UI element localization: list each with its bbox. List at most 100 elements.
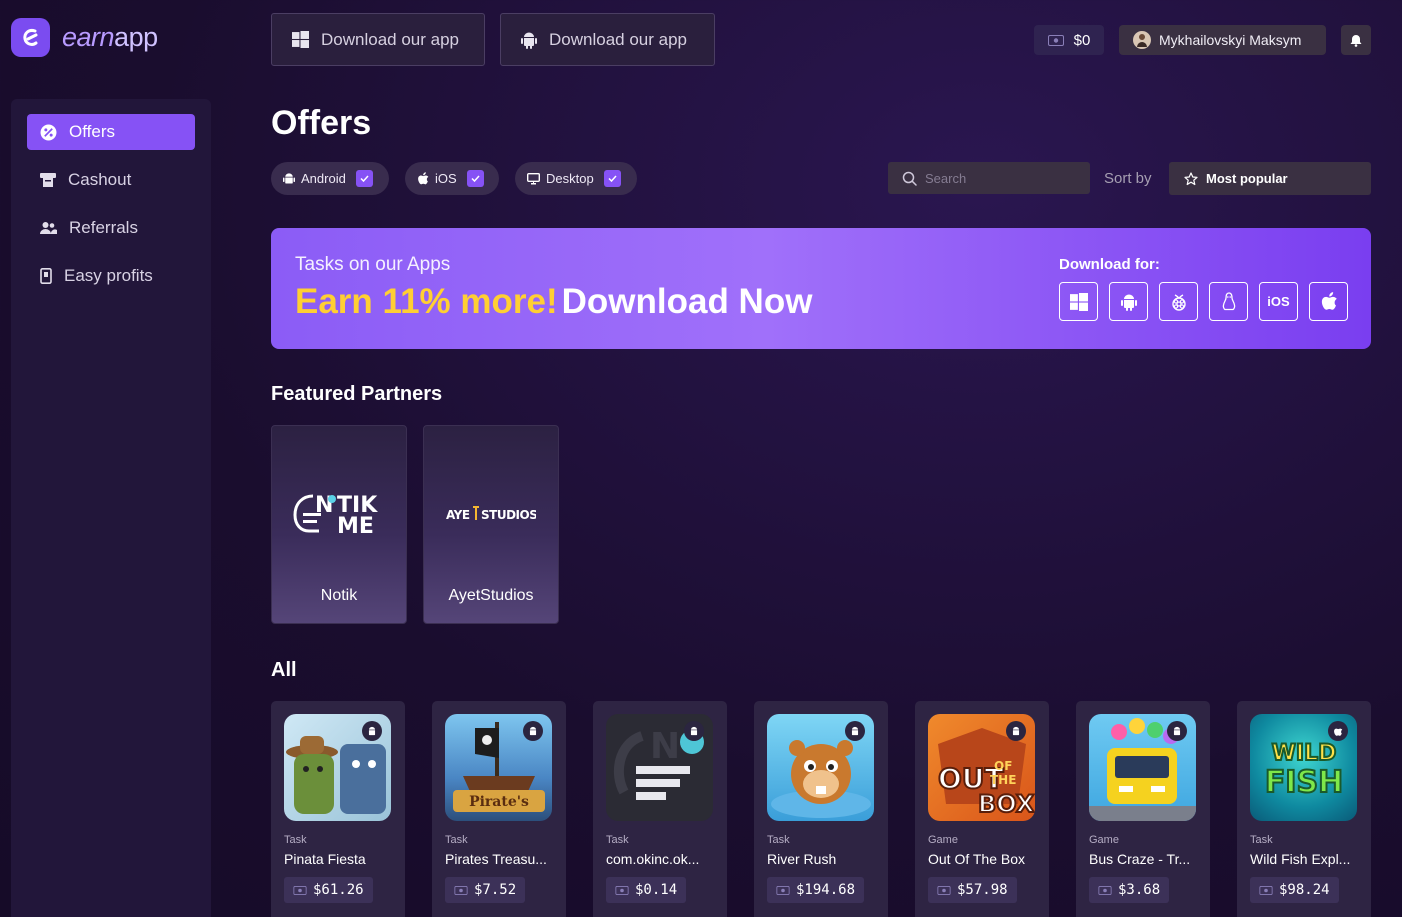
offer-title: com.okinc.ok... — [606, 851, 700, 867]
svg-text:Pirate's: Pirate's — [469, 794, 529, 810]
checkbox-checked-icon[interactable] — [603, 170, 621, 187]
apple-icon — [1321, 291, 1337, 310]
sidebar-item-offers[interactable]: Offers — [27, 114, 195, 150]
partner-card-notik[interactable]: N TIK ME Notik — [271, 425, 407, 624]
filter-ios-chip[interactable]: iOS — [405, 162, 499, 195]
offer-type: Game — [928, 834, 958, 846]
offer-card[interactable]: Game Bus Craze - Tr... $3.68 — [1076, 701, 1210, 917]
android-badge-icon — [362, 721, 382, 741]
download-linux-platform-button[interactable] — [1209, 282, 1248, 321]
search-icon — [902, 171, 917, 186]
filter-desktop-chip[interactable]: Desktop — [515, 162, 637, 195]
referrals-icon — [40, 222, 57, 234]
android-icon — [1120, 294, 1137, 311]
offer-title: Wild Fish Expl... — [1250, 851, 1351, 867]
raspberry-pi-icon — [1171, 293, 1186, 311]
offer-price: $57.98 — [928, 877, 1017, 903]
sidebar-item-label: Referrals — [69, 218, 138, 237]
cash-icon — [454, 885, 468, 895]
download-ios-platform-button[interactable]: iOS — [1259, 282, 1298, 321]
search-input[interactable] — [925, 170, 1075, 186]
download-raspberry-pi-platform-button[interactable] — [1159, 282, 1198, 321]
offer-type: Task — [445, 834, 468, 846]
offer-card[interactable]: OUT OF THE BOX Game Out Of The Box $57.9… — [915, 701, 1049, 917]
offer-price-amount: $57.98 — [957, 882, 1008, 898]
android-badge-icon — [684, 721, 704, 741]
linux-icon — [1222, 291, 1235, 310]
svg-text:AYE: AYE — [446, 508, 470, 522]
svg-text:N: N — [650, 726, 680, 767]
cash-icon — [1047, 34, 1064, 46]
sidebar-item-label: Offers — [69, 122, 115, 141]
sidebar-item-referrals[interactable]: Referrals — [27, 210, 195, 246]
user-name: Mykhailovskyi Maksym — [1159, 32, 1302, 48]
offer-type: Task — [767, 834, 790, 846]
download-apps-banner[interactable]: Tasks on our Apps Earn 11% more! Download… — [271, 228, 1371, 349]
offer-price: $7.52 — [445, 877, 526, 903]
offer-card[interactable]: Task River Rush $194.68 — [754, 701, 888, 917]
notifications-button[interactable] — [1341, 25, 1371, 55]
offer-thumbnail-wild-fish: WILD FISH — [1250, 714, 1357, 821]
cash-icon — [293, 885, 307, 895]
cashout-icon — [40, 173, 56, 187]
offer-card[interactable]: WILD FISH Task Wild Fish Expl... $98.24 — [1237, 701, 1371, 917]
checkbox-checked-icon[interactable] — [466, 170, 484, 187]
balance-badge[interactable]: $0 — [1034, 25, 1104, 55]
platform-download-list: iOS — [1059, 282, 1348, 321]
offer-thumbnail-pirates-treasure: Pirate's — [445, 714, 552, 821]
offer-price-amount: $61.26 — [313, 882, 364, 898]
partner-card-ayetstudios[interactable]: AYE STUDIOS AyetStudios — [423, 425, 559, 624]
offer-card[interactable]: Task Pinata Fiesta $61.26 — [271, 701, 405, 917]
sidebar-item-cashout[interactable]: Cashout — [27, 162, 195, 198]
download-windows-platform-button[interactable] — [1059, 282, 1098, 321]
offer-title: Pirates Treasu... — [445, 851, 547, 867]
offer-price: $194.68 — [767, 877, 865, 903]
android-badge-icon — [1006, 721, 1026, 741]
cash-icon — [615, 885, 629, 895]
android-badge-icon — [523, 721, 543, 741]
offer-thumbnail-river-rush — [767, 714, 874, 821]
apple-badge-icon — [1328, 721, 1348, 741]
svg-text:BOX: BOX — [978, 790, 1035, 818]
banner-headline: Earn 11% more! Download Now — [295, 282, 812, 322]
offer-price-amount: $3.68 — [1118, 882, 1161, 898]
sort-select[interactable]: Most popular — [1169, 162, 1371, 195]
download-macos-platform-button[interactable] — [1309, 282, 1348, 321]
offer-price-amount: $0.14 — [635, 882, 678, 898]
offer-type: Task — [606, 834, 629, 846]
offer-type: Game — [1089, 834, 1119, 846]
balance-amount: $0 — [1073, 31, 1091, 49]
offer-type: Task — [1250, 834, 1273, 846]
offer-title: River Rush — [767, 851, 837, 867]
offer-title: Bus Craze - Tr... — [1089, 851, 1191, 867]
search-box[interactable] — [888, 162, 1090, 194]
offer-price-amount: $7.52 — [474, 882, 517, 898]
logo-wordmark: earnapp — [62, 22, 158, 52]
ayetstudios-logo: AYE STUDIOS — [424, 486, 558, 541]
star-icon — [1184, 171, 1198, 185]
checkbox-checked-icon[interactable] — [355, 170, 373, 187]
offer-price: $98.24 — [1250, 877, 1339, 903]
download-android-platform-button[interactable] — [1109, 282, 1148, 321]
svg-text:THE: THE — [990, 773, 1016, 787]
user-menu-button[interactable]: Mykhailovskyi Maksym — [1119, 25, 1326, 55]
offer-price-amount: $194.68 — [796, 882, 856, 898]
offer-title: Pinata Fiesta — [284, 851, 366, 867]
download-windows-button[interactable]: Download our app — [271, 13, 485, 66]
featured-partners-title: Featured Partners — [271, 383, 443, 405]
offer-card[interactable]: N Task com.okinc.ok... $0.14 — [593, 701, 727, 917]
bell-icon — [1350, 34, 1362, 47]
windows-icon — [1069, 292, 1088, 311]
sidebar-item-label: Cashout — [68, 170, 132, 189]
offer-thumbnail-pinata-fiesta — [284, 714, 391, 821]
download-android-button[interactable]: Download our app — [500, 13, 715, 66]
download-for-label: Download for: — [1059, 256, 1160, 273]
banner-cta: Download Now — [561, 282, 813, 321]
sidebar-item-easy-profits[interactable]: Easy profits — [27, 258, 195, 294]
filter-android-chip[interactable]: Android — [271, 162, 389, 195]
offer-card[interactable]: Pirate's Task Pirates Treasu... $7.52 — [432, 701, 566, 917]
brand-logo[interactable]: earnapp — [11, 18, 158, 57]
android-badge-icon — [845, 721, 865, 741]
android-badge-icon — [1167, 721, 1187, 741]
windows-icon — [292, 31, 309, 48]
